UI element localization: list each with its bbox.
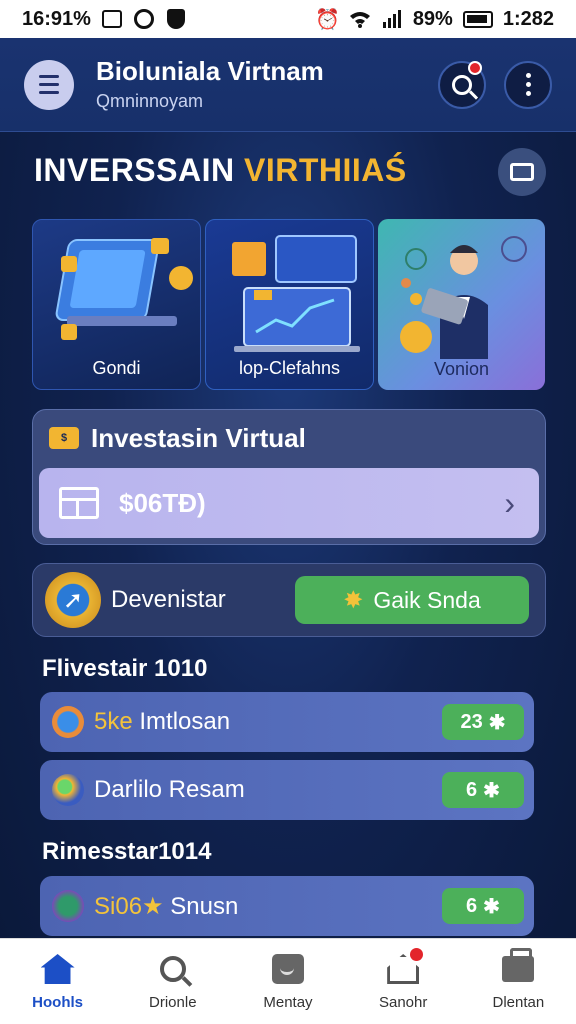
investment-header: $ Investasin Virtual bbox=[33, 410, 545, 466]
card-label: Vonion bbox=[433, 359, 490, 379]
circle-app-icon bbox=[133, 8, 155, 30]
tablet-illustration-icon bbox=[55, 238, 193, 340]
list-item[interactable]: Si06★ Snusn 6 ✱ bbox=[40, 876, 534, 936]
status-right: ⏰ 89% 1:282 bbox=[315, 7, 554, 31]
money-icon: $ bbox=[49, 427, 79, 449]
card-label: lop-Clefahns bbox=[238, 358, 341, 378]
battery-percent: 89% bbox=[412, 7, 453, 30]
investment-panel: $ Investasin Virtual $06TÐ) › bbox=[32, 409, 546, 545]
section-title-1: Flivestair 1010 bbox=[42, 655, 208, 682]
card-lop-clefahns[interactable]: lop-Clefahns bbox=[205, 219, 374, 390]
wifi-icon bbox=[349, 8, 371, 30]
count-badge[interactable]: 23 ✱ bbox=[442, 704, 524, 740]
nav-label: Hoohls bbox=[32, 994, 84, 1011]
chevron-right-icon: › bbox=[504, 484, 515, 521]
more-options-button[interactable] bbox=[504, 60, 552, 109]
home-icon bbox=[40, 952, 76, 986]
star-icon: ✸ bbox=[343, 586, 364, 614]
nav-search[interactable]: Drionle bbox=[123, 952, 223, 1011]
list-item-label: Darlilo Resam bbox=[94, 776, 245, 803]
status-left: 16:91% bbox=[22, 8, 187, 31]
investment-title: Investasin Virtual bbox=[91, 422, 306, 453]
coins-icon bbox=[52, 774, 84, 806]
menu-icon bbox=[39, 75, 59, 78]
app-subtitle: Qmninnoyam bbox=[96, 91, 204, 112]
signal-icon bbox=[381, 8, 403, 30]
header-text: Bioluniala Virtnam Qmninnoyam bbox=[96, 57, 420, 113]
nav-chat[interactable]: Mentay bbox=[238, 952, 338, 1011]
chat-icon bbox=[270, 952, 306, 986]
laptop-chart-icon bbox=[232, 235, 360, 352]
house-outline-icon bbox=[385, 948, 424, 986]
action-button[interactable]: ✸ Gaik Snda bbox=[295, 576, 529, 624]
shield-icon bbox=[165, 8, 187, 30]
notification-dot bbox=[468, 60, 482, 75]
status-bar: 16:91% ⏰ 89% 1:282 bbox=[0, 0, 576, 38]
screen-icon bbox=[510, 163, 534, 181]
fullscreen-button[interactable] bbox=[498, 148, 546, 196]
gear-icon: ✱ bbox=[488, 711, 506, 734]
nav-house[interactable]: Sanohr bbox=[353, 948, 453, 1011]
list-item[interactable]: Darlilo Resam 6 ✱ bbox=[40, 760, 534, 820]
search-icon bbox=[155, 952, 191, 986]
businessman-illustration-icon bbox=[400, 236, 527, 359]
rocket-badge-icon: ➚ bbox=[45, 572, 101, 628]
section-title-2: Rimesstar1014 bbox=[42, 838, 212, 865]
list-item[interactable]: 5ke Imtlosan 23 ✱ bbox=[40, 692, 534, 752]
hero-title-part1: INVERSSAIN bbox=[34, 152, 235, 188]
developer-label: Devenistar bbox=[111, 586, 226, 613]
card-label: Gondi bbox=[92, 358, 141, 378]
gear-icon: ✱ bbox=[483, 895, 500, 918]
developer-panel: ➚ Devenistar ✸ Gaik Snda bbox=[32, 563, 546, 637]
nav-bag[interactable]: Dlentan bbox=[468, 948, 568, 1011]
count-badge[interactable]: 6 ✱ bbox=[442, 772, 524, 808]
app-title: Bioluniala Virtnam bbox=[96, 55, 324, 86]
star-icon: ★ bbox=[142, 892, 164, 920]
status-time-left: 16:91% bbox=[22, 7, 91, 30]
menu-button[interactable] bbox=[24, 59, 74, 110]
globe-icon bbox=[52, 706, 84, 738]
table-icon bbox=[59, 487, 99, 519]
app-header: Bioluniala Virtnam Qmninnoyam bbox=[0, 38, 576, 132]
more-vertical-icon bbox=[525, 73, 531, 96]
search-icon bbox=[452, 74, 472, 95]
card-vonion[interactable]: Vonion bbox=[378, 219, 545, 390]
nav-home[interactable]: Hoohls bbox=[8, 952, 108, 1011]
investment-value: $06TÐ) bbox=[119, 487, 206, 518]
hero-title: INVERSSAIN VIRTHIIAŚ bbox=[34, 152, 407, 189]
gallery-icon bbox=[101, 8, 123, 30]
list-item-label: Si06★ Snusn bbox=[94, 892, 239, 920]
feature-cards: Gondi lop-Clefahns Vonion bbox=[32, 219, 545, 390]
notification-dot bbox=[410, 948, 424, 961]
nav-label: Dlentan bbox=[492, 994, 545, 1011]
nav-label: Mentay bbox=[263, 994, 313, 1011]
nav-label: Sanohr bbox=[378, 994, 428, 1011]
hero-title-part2: VIRTHIIAŚ bbox=[243, 152, 407, 188]
action-button-label: Gaik Snda bbox=[373, 586, 481, 613]
list-item-label: 5ke Imtlosan bbox=[94, 708, 231, 735]
gear-icon: ✱ bbox=[483, 779, 500, 802]
search-button[interactable] bbox=[438, 60, 486, 109]
bottom-navigation: Hoohls Drionle Mentay Sanohr Dlentan bbox=[0, 938, 576, 1024]
count-badge[interactable]: 6 ✱ bbox=[442, 888, 524, 924]
card-gondi[interactable]: Gondi bbox=[32, 219, 201, 390]
investment-value-field[interactable]: $06TÐ) › bbox=[39, 468, 539, 538]
nav-label: Drionle bbox=[149, 994, 197, 1011]
status-time-right: 1:282 bbox=[502, 7, 554, 30]
alarm-icon: ⏰ bbox=[315, 8, 341, 31]
bag-icon bbox=[500, 948, 536, 986]
gem-icon bbox=[52, 890, 84, 922]
battery-icon bbox=[462, 10, 493, 28]
